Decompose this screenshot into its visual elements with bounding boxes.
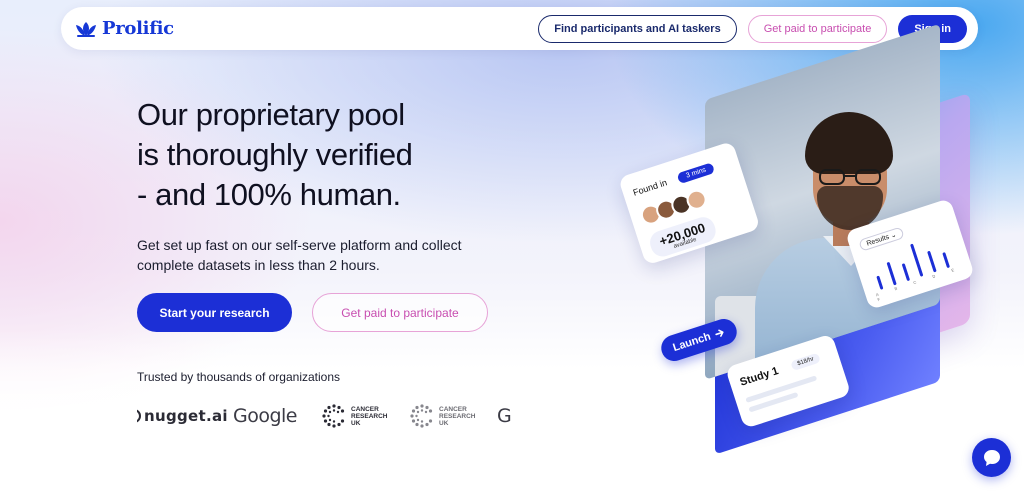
cruk-word: UK xyxy=(351,419,361,427)
partial-logo: G xyxy=(497,405,512,427)
cruk-mark-icon xyxy=(410,404,433,428)
cruk-wordmark: CANCER RESEARCH UK xyxy=(439,406,475,427)
result-bar xyxy=(901,263,911,282)
nav-get-paid-button[interactable]: Get paid to participate xyxy=(747,14,888,43)
headline-line: - and 100% human. xyxy=(137,177,401,212)
subtext-line: Get set up fast on our self-serve platfo… xyxy=(137,237,462,253)
found-label: Found in xyxy=(631,177,669,198)
google-logo: Google xyxy=(233,405,298,427)
launch-label: Launch xyxy=(671,330,713,355)
found-time-badge: 3 mins xyxy=(676,162,716,185)
arrow-right-icon xyxy=(715,329,724,337)
study-rate-badge: $18/hr xyxy=(790,352,822,371)
glasses-icon xyxy=(819,169,881,185)
cruk-wordmark: CANCER RESEARCH UK xyxy=(351,406,387,427)
cruk-word: CANCER xyxy=(439,405,467,413)
result-bar xyxy=(927,250,937,273)
result-bar xyxy=(886,261,897,286)
nugget-mark-icon xyxy=(137,409,141,423)
partner-logos: nugget.ai Google CANCER RESEARCH UK CANC… xyxy=(137,400,515,432)
headline-line: Our proprietary pool xyxy=(137,97,405,132)
cancer-research-uk-logo: CANCER RESEARCH UK xyxy=(321,403,409,429)
hero-illustration: Found in 3 mins +20,000 available Result… xyxy=(590,23,990,460)
brand-logo-link[interactable]: Prolific xyxy=(75,18,174,39)
find-participants-button[interactable]: Find participants and AI taskers xyxy=(538,14,737,43)
top-nav: Prolific Find participants and AI tasker… xyxy=(61,7,978,50)
get-paid-button[interactable]: Get paid to participate xyxy=(312,293,488,332)
person-hair xyxy=(805,112,893,174)
chat-bubble-icon xyxy=(983,449,1000,466)
cruk-mark-icon xyxy=(322,404,345,428)
nugget-ai-logo: nugget.ai xyxy=(137,407,233,425)
hero-subtext: Get set up fast on our self-serve platfo… xyxy=(137,235,497,275)
result-bar xyxy=(876,275,884,290)
cancer-research-uk-logo: CANCER RESEARCH UK xyxy=(409,403,497,429)
cruk-word: UK xyxy=(439,419,449,427)
hero-headline: Our proprietary pool is thoroughly verif… xyxy=(137,95,557,215)
result-bar xyxy=(910,243,924,277)
cruk-word: CANCER xyxy=(351,405,379,413)
chat-button[interactable] xyxy=(972,438,1011,477)
brand-name: Prolific xyxy=(102,18,174,39)
result-bar xyxy=(942,252,951,269)
nugget-ai-text: nugget.ai xyxy=(144,407,228,425)
trusted-label: Trusted by thousands of organizations xyxy=(137,370,341,384)
subtext-line: complete datasets in less than 2 hours. xyxy=(137,257,380,273)
headline-line: is thoroughly verified xyxy=(137,137,413,172)
study-title: Study 1 xyxy=(738,364,781,389)
start-research-button[interactable]: Start your research xyxy=(137,293,292,332)
cruk-word: RESEARCH xyxy=(351,412,388,420)
prolific-logo-icon xyxy=(76,21,96,37)
cruk-word: RESEARCH xyxy=(439,412,476,420)
